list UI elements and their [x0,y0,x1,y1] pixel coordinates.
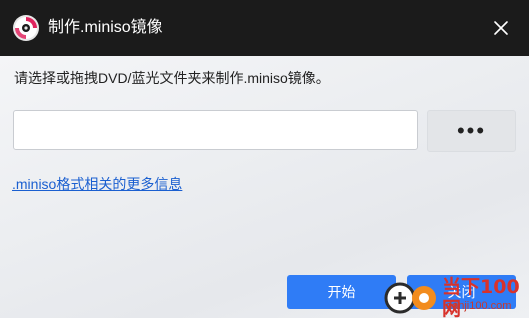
browse-button[interactable]: ••• [427,110,516,152]
dialog-body: 请选择或拖拽DVD/蓝光文件夹来制作.miniso镜像。 ••• .miniso… [0,56,529,318]
instruction-text: 请选择或拖拽DVD/蓝光文件夹来制作.miniso镜像。 [14,70,330,86]
close-icon[interactable] [486,13,516,43]
disc-icon [13,15,39,41]
dialog-window: 制作.miniso镜像 请选择或拖拽DVD/蓝光文件夹来制作.miniso镜像。… [0,0,529,318]
start-button[interactable]: 开始 [287,275,396,309]
close-button-label: 关闭 [447,284,476,300]
more-info-link[interactable]: .miniso格式相关的更多信息 [12,174,182,194]
window-title: 制作.miniso镜像 [48,19,163,36]
start-button-label: 开始 [327,284,356,300]
title-bar: 制作.miniso镜像 [0,0,529,56]
close-button[interactable]: 关闭 [407,275,516,309]
path-input[interactable] [13,110,418,150]
